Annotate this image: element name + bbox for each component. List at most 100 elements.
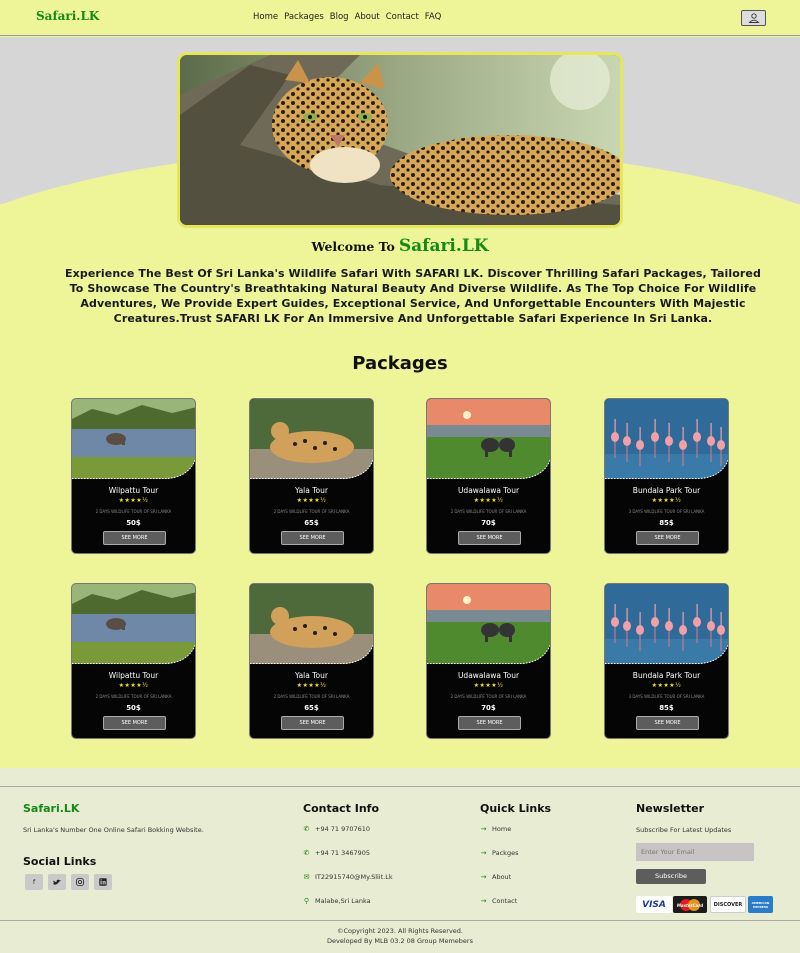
newsletter-heading: Newsletter <box>636 802 705 815</box>
copyright: ©Copyright 2023. All Rights Reserved. De… <box>0 926 800 946</box>
arrow-right-icon: → <box>480 825 487 833</box>
intro-paragraph: Experience The Best Of Sri Lanka's Wildl… <box>65 267 761 325</box>
nav-link-about[interactable]: About <box>355 12 380 22</box>
packages-title: Packages <box>352 353 448 374</box>
package-photo <box>605 399 728 479</box>
package-rating: ★★★★½ <box>118 682 149 689</box>
package-description: 2 DAYS WILDLIFE TOUR OF SRI LANKA <box>450 509 527 514</box>
package-photo <box>72 584 195 664</box>
newsletter-email-input[interactable] <box>636 843 754 861</box>
package-rating: ★★★★½ <box>651 682 682 689</box>
package-card: Udawalawa Tour ★★★★½ 2 DAYS WILDLIFE TOUR … <box>426 398 551 554</box>
package-description: 2 DAYS WILDLIFE TOUR OF SRI LANKA <box>273 509 350 514</box>
contact-email[interactable]: ✉ IT22915740@My.Sliit.Lk <box>303 873 393 881</box>
package-name: Yala Tour <box>295 671 328 680</box>
see-more-button[interactable]: SEE MORE <box>458 716 521 730</box>
package-photo <box>250 584 373 664</box>
phone-icon: ✆ <box>303 825 310 833</box>
package-description: 3 DAYS WILDLIFE TOUR OF SRI LANKA <box>628 509 705 514</box>
package-photo <box>427 399 550 479</box>
contact-address: ⚲ Malabe,Sri Lanka <box>303 897 371 905</box>
package-photo <box>427 584 550 664</box>
package-card: Wilpattu Tour ★★★★½ 2 DAYS WILDLIFE TOUR O… <box>71 398 196 554</box>
contact-phone-2[interactable]: ✆ +94 71 3467905 <box>303 849 371 857</box>
package-name: Bundala Park Tour <box>632 486 701 495</box>
footer-tagline: Sri Lanka's Number One Online Safari Bok… <box>23 826 204 834</box>
see-more-button[interactable]: SEE MORE <box>103 531 166 545</box>
see-more-button[interactable]: SEE MORE <box>281 716 344 730</box>
arrow-right-icon: → <box>480 897 487 905</box>
linkedin-icon[interactable] <box>94 874 112 890</box>
discover-logo: DISCOVER <box>710 896 746 913</box>
package-name: Udawalawa Tour <box>457 486 520 495</box>
package-name: Wilpattu Tour <box>108 486 159 495</box>
nav-links: Home Packages Blog About Contact FAQ <box>253 12 441 22</box>
package-price: 65$ <box>304 704 319 712</box>
nav-link-blog[interactable]: Blog <box>330 12 349 22</box>
user-icon <box>747 13 760 23</box>
nav-link-faq[interactable]: FAQ <box>425 12 441 22</box>
package-card: Bundala Park Tour ★★★★½ 3 DAYS WILDLIFE TO… <box>604 398 729 554</box>
amex-logo: AMERICAN EXPRESS <box>748 896 773 913</box>
contact-info-heading: Contact Info <box>303 802 380 815</box>
mastercard-logo: MasterCard <box>673 896 707 913</box>
nav-link-packages[interactable]: Packages <box>284 12 324 22</box>
package-price: 65$ <box>304 519 319 527</box>
nav-link-contact[interactable]: Contact <box>386 12 419 22</box>
package-name: Wilpattu Tour <box>108 671 159 680</box>
package-rating: ★★★★½ <box>296 497 327 504</box>
package-photo <box>72 399 195 479</box>
package-card: Wilpattu Tour ★★★★½ 2 DAYS WILDLIFE TOUR O… <box>71 583 196 739</box>
quick-link-home[interactable]: → Home <box>480 825 512 833</box>
arrow-right-icon: → <box>480 873 487 881</box>
quick-link-packages[interactable]: → Packges <box>480 849 519 857</box>
package-price: 70$ <box>481 519 496 527</box>
see-more-button[interactable]: SEE MORE <box>281 531 344 545</box>
phone-icon: ✆ <box>303 849 310 857</box>
location-pin-icon: ⚲ <box>303 897 310 905</box>
package-rating: ★★★★½ <box>651 497 682 504</box>
package-card: Bundala Park Tour ★★★★½ 3 DAYS WILDLIFE TO… <box>604 583 729 739</box>
package-price: 85$ <box>659 704 674 712</box>
package-photo <box>250 399 373 479</box>
facebook-icon[interactable]: f <box>25 874 43 890</box>
arrow-right-icon: → <box>480 849 487 857</box>
package-price: 85$ <box>659 519 674 527</box>
brand-logo[interactable]: Safari.LK <box>36 9 99 23</box>
package-rating: ★★★★½ <box>473 497 504 504</box>
contact-phone-1[interactable]: ✆ +94 71 9707610 <box>303 825 371 833</box>
welcome-brand: Safari.LK <box>398 236 489 256</box>
see-more-button[interactable]: SEE MORE <box>636 531 699 545</box>
package-rating: ★★★★½ <box>296 682 327 689</box>
package-photo <box>605 584 728 664</box>
nav-link-home[interactable]: Home <box>253 12 278 22</box>
hero-leopard-image <box>177 52 623 228</box>
welcome-prefix: Welcome To <box>311 239 395 254</box>
package-name: Yala Tour <box>295 486 328 495</box>
package-price: 70$ <box>481 704 496 712</box>
twitter-icon[interactable] <box>48 874 66 890</box>
quick-link-contact[interactable]: → Contact <box>480 897 518 905</box>
package-card: Yala Tour ★★★★½ 2 DAYS WILDLIFE TOUR OF SR… <box>249 583 374 739</box>
package-card: Udawalawa Tour ★★★★½ 2 DAYS WILDLIFE TOUR … <box>426 583 551 739</box>
package-card: Yala Tour ★★★★½ 2 DAYS WILDLIFE TOUR OF SR… <box>249 398 374 554</box>
package-description: 2 DAYS WILDLIFE TOUR OF SRI LANKA <box>273 694 350 699</box>
top-navbar: Safari.LK Home Packages Blog About Conta… <box>0 0 800 36</box>
package-description: 2 DAYS WILDLIFE TOUR OF SRI LANKA <box>95 509 172 514</box>
package-name: Udawalawa Tour <box>457 671 520 680</box>
see-more-button[interactable]: SEE MORE <box>103 716 166 730</box>
instagram-icon[interactable] <box>71 874 89 890</box>
envelope-icon: ✉ <box>303 873 310 881</box>
footer-brand[interactable]: Safari.LK <box>23 802 79 815</box>
welcome-heading: Welcome To Safari.LK <box>0 236 800 256</box>
visa-logo: VISA <box>636 896 672 913</box>
see-more-button[interactable]: SEE MORE <box>636 716 699 730</box>
user-account-button[interactable] <box>741 10 766 26</box>
svg-text:MasterCard: MasterCard <box>677 903 703 908</box>
copyright-line: ©Copyright 2023. All Rights Reserved. <box>336 927 463 935</box>
quick-link-about[interactable]: → About <box>480 873 512 881</box>
package-rating: ★★★★½ <box>473 682 504 689</box>
see-more-button[interactable]: SEE MORE <box>458 531 521 545</box>
package-price: 50$ <box>126 704 141 712</box>
subscribe-button[interactable]: Subscribe <box>636 869 706 884</box>
